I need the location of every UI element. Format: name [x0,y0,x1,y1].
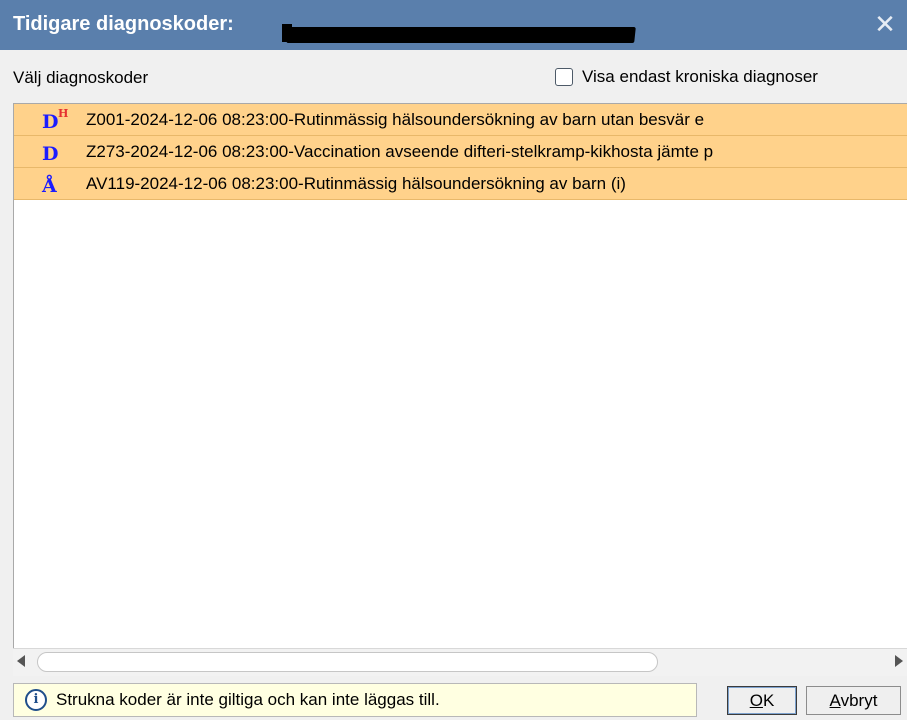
cancel-button[interactable]: Avbryt [806,686,901,715]
list-item[interactable]: D H Z001-2024-12-06 08:23:00-Rutinmässig… [14,104,907,136]
toolbar: Välj diagnoskoder Visa endast kroniska d… [0,50,907,100]
horizontal-scrollbar[interactable] [13,648,907,676]
window-title: Tidigare diagnoskoder: [13,13,234,35]
list-item[interactable]: D Z273-2024-12-06 08:23:00-Vaccination a… [14,136,907,168]
diagnosis-text: Z273-2024-12-06 08:23:00-Vaccination avs… [86,142,714,161]
diagnosis-text: Z001-2024-12-06 08:23:00-Rutinmässig häl… [86,110,705,129]
list-item[interactable]: Å AV119-2024-12-06 08:23:00-Rutinmässig … [14,168,907,200]
diagnosis-list[interactable]: D H Z001-2024-12-06 08:23:00-Rutinmässig… [13,103,907,649]
checkbox-icon[interactable] [555,68,573,86]
info-message: i Strukna koder är inte giltiga och kan … [13,683,697,717]
ok-button[interactable]: OK [727,686,797,715]
close-icon[interactable]: ✕ [870,10,900,38]
info-text: Strukna koder är inte giltiga och kan in… [56,690,440,709]
diagnosis-type-icon: D H [42,106,69,133]
diagnosis-text: AV119-2024-12-06 08:23:00-Rutinmässig hä… [86,174,626,193]
diagnosis-type-icon: D [42,142,59,165]
choose-codes-label: Välj diagnoskoder [13,68,149,87]
redaction-bar [286,27,636,43]
scroll-right-icon[interactable] [895,655,903,667]
scroll-left-icon[interactable] [17,655,25,667]
scrollbar-thumb[interactable] [37,652,658,672]
diagnosis-type-icon: Å [42,174,57,197]
chronic-only-checkbox[interactable]: Visa endast kroniska diagnoser [555,66,818,88]
chronic-only-label: Visa endast kroniska diagnoser [582,67,818,86]
title-bar: Tidigare diagnoskoder: ✕ [0,0,907,50]
info-icon: i [25,689,47,711]
